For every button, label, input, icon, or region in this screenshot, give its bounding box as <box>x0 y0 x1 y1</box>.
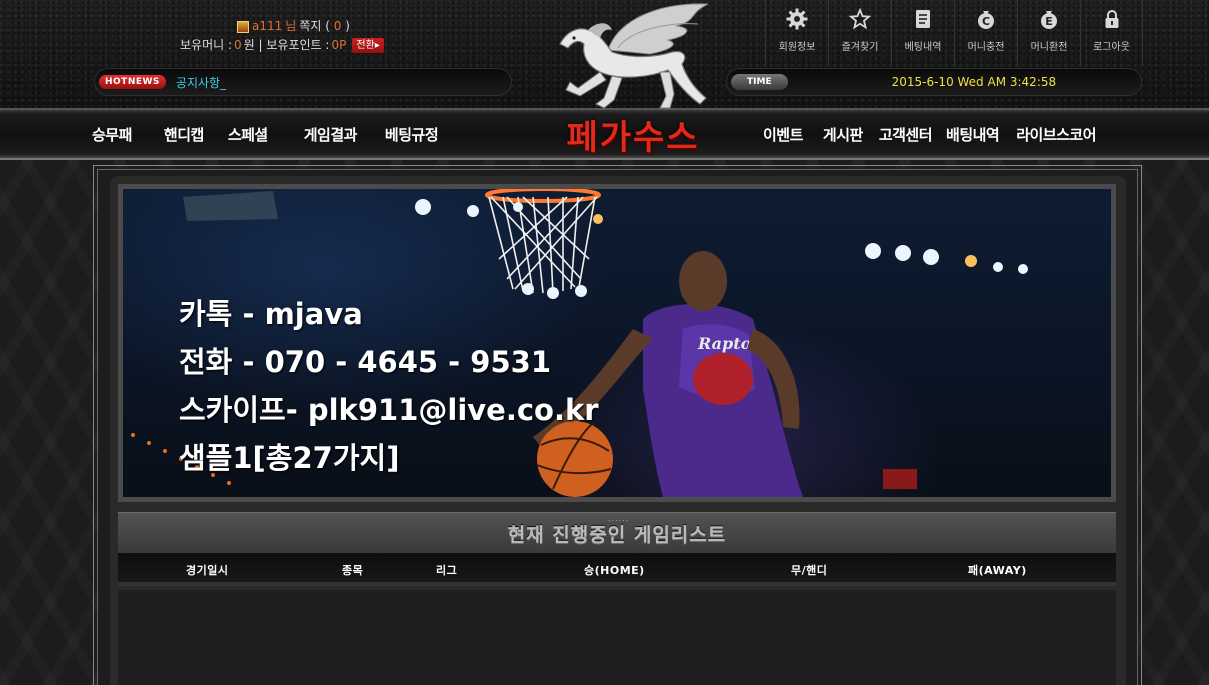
col-header-datetime: 경기일시 <box>186 564 229 577</box>
site-logo[interactable]: 페가수스 <box>548 0 718 158</box>
col-header-league: 리그 <box>436 564 458 577</box>
gamelist-title: 현재 진행중인 게임리스트 <box>507 523 727 546</box>
logo-text: 페가수스 <box>566 118 700 158</box>
hotnews-bar: HOTNEWS 공지사항_ <box>94 68 512 96</box>
hotnews-ticker[interactable]: 공지사항_ <box>176 74 226 91</box>
col-header-sport: 종목 <box>342 564 364 577</box>
document-icon <box>912 8 934 30</box>
gamelist-dots: ...... <box>608 514 630 523</box>
nav-item-board[interactable]: 게시판 <box>823 124 863 145</box>
time-badge: TIME <box>731 74 788 90</box>
top-menu-exchange[interactable]: E 머니환전 <box>1017 0 1080 66</box>
point-value: 0P <box>331 38 347 52</box>
top-menu-label: 회원정보 <box>778 42 816 53</box>
top-menu-charge[interactable]: C 머니충전 <box>954 0 1017 66</box>
col-header-home: 승(HOME) <box>584 564 645 577</box>
top-menu-label: 로그아웃 <box>1093 42 1130 53</box>
nav-item-customer-center[interactable]: 고객센터 <box>879 124 933 145</box>
nav-item-win-draw-lose[interactable]: 승무패 <box>92 124 132 145</box>
gear-icon <box>786 8 808 30</box>
nav-item-special[interactable]: 스페셜 <box>228 124 268 145</box>
user-info: a111 님 쪽지 ( 0 ) 보유머니 : 0 원 | 보유포인트 : 0P … <box>180 17 420 55</box>
coin-c-icon: C <box>975 8 997 30</box>
pegasus-icon <box>559 3 709 109</box>
top-menu-label: 베팅내역 <box>904 42 942 53</box>
banner-line-sample: 샘플1[총27가지] <box>179 441 400 475</box>
nav-item-event[interactable]: 이벤트 <box>763 124 803 145</box>
memo-link[interactable]: 쪽지 ( 0 ) <box>299 17 350 36</box>
current-time: 2015-6-10 Wed AM 3:42:58 <box>891 75 1057 89</box>
nav-right-group: 이벤트 게시판 고객센터 배팅내역 라이브스코어 <box>763 124 1097 145</box>
user-id: a111 <box>252 19 283 33</box>
banner-line-skype: 스카이프- plk911@live.co.kr <box>179 393 599 427</box>
star-icon <box>849 8 871 30</box>
svg-text:C: C <box>982 15 990 28</box>
money-label: 보유머니 : <box>180 38 233 52</box>
nav-left-group: 승무패 핸디캡 스페셜 게임결과 베팅규정 <box>92 124 439 145</box>
banner-line-kakao: 카톡 - mjava <box>179 297 363 331</box>
memo-label: 쪽지 ( <box>299 19 330 33</box>
main-banner: Raptors 카톡 - mjava 전화 - 070 - 4645 - 953… <box>118 184 1116 502</box>
nav-item-live-score[interactable]: 라이브스코어 <box>1016 124 1096 145</box>
lock-icon <box>1101 8 1123 30</box>
top-menu-label: 머니충전 <box>967 42 1005 53</box>
nav-item-betting-rules[interactable]: 베팅규정 <box>385 124 439 145</box>
banner-image: Raptors 카톡 - mjava 전화 - 070 - 4645 - 953… <box>123 189 1111 497</box>
nav-item-bet-history[interactable]: 배팅내역 <box>946 124 1000 145</box>
gamelist-body <box>118 590 1116 685</box>
user-row-id: a111 님 쪽지 ( 0 ) <box>180 17 420 36</box>
memo-close: ) <box>345 19 350 33</box>
col-header-away: 패(AWAY) <box>968 564 1027 577</box>
time-bar: TIME 2015-6-10 Wed AM 3:42:58 <box>726 68 1142 96</box>
hotnews-badge: HOTNEWS <box>99 75 166 89</box>
user-suffix: 님 <box>285 19 297 33</box>
memo-count: 0 <box>333 19 342 33</box>
top-menu-logout[interactable]: 로그아웃 <box>1080 0 1143 66</box>
money-unit-point-label: 원 | 보유포인트 : <box>243 38 330 52</box>
gamelist-header: 경기일시 종목 리그 승(HOME) 무/핸디 패(AWAY) <box>118 553 1116 586</box>
top-menu-label: 머니환전 <box>1030 42 1068 53</box>
top-menu-member-info[interactable]: 회원정보 <box>765 0 828 66</box>
nav-item-handicap[interactable]: 핸디캡 <box>164 124 204 145</box>
money-value: 0 <box>234 38 242 52</box>
convert-button[interactable]: 전환▸ <box>352 38 384 53</box>
nav-item-game-results[interactable]: 게임결과 <box>304 124 358 145</box>
top-menu-bet-history[interactable]: 베팅내역 <box>891 0 954 66</box>
level-badge-icon <box>237 20 249 33</box>
top-icon-menu: 회원정보 즐겨찾기 베팅내역 C 머니충전 E 머니환전 로그아웃 <box>765 0 1143 66</box>
svg-text:E: E <box>1045 15 1053 28</box>
col-header-draw-handicap: 무/핸디 <box>791 564 828 577</box>
top-menu-favorites[interactable]: 즐겨찾기 <box>828 0 891 66</box>
top-menu-label: 즐겨찾기 <box>841 42 879 53</box>
user-row-money: 보유머니 : 0 원 | 보유포인트 : 0P 전환▸ <box>180 36 420 55</box>
banner-line-phone: 전화 - 070 - 4645 - 9531 <box>179 345 552 379</box>
coin-e-icon: E <box>1038 8 1060 30</box>
